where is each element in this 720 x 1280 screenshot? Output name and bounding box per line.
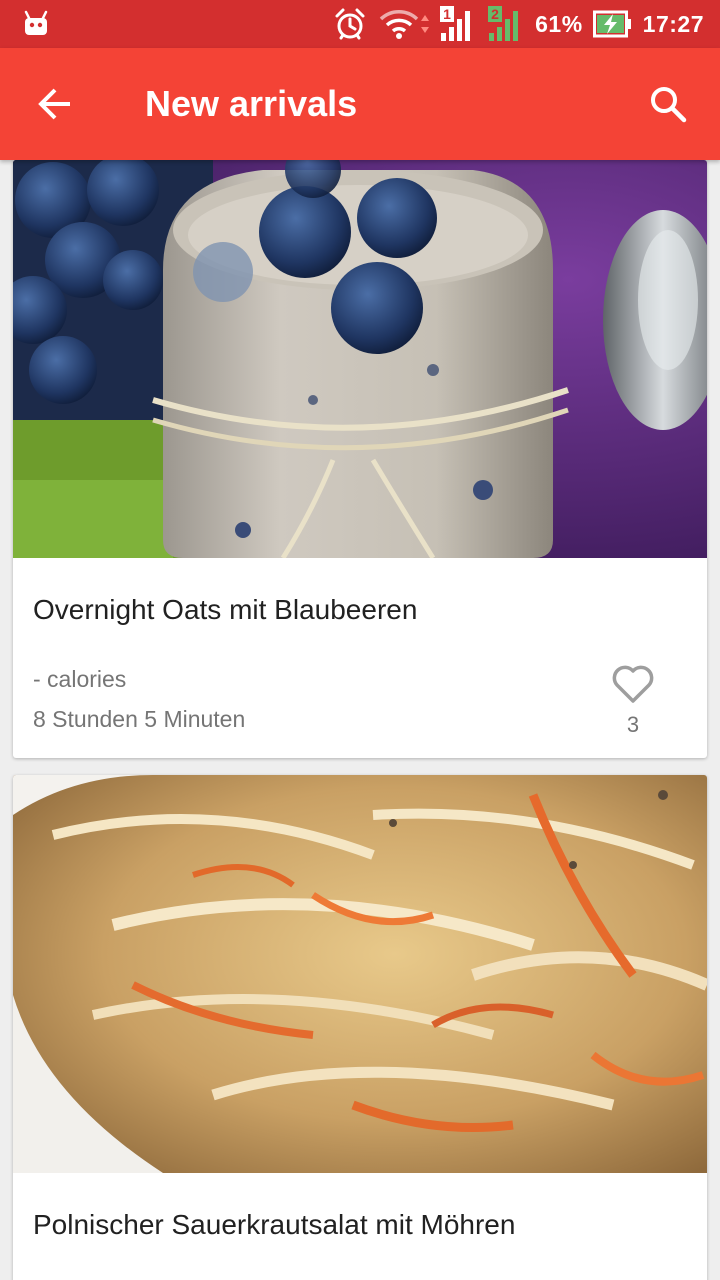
like-count: 3: [626, 712, 640, 737]
search-button[interactable]: [640, 76, 696, 132]
heart-outline-icon: [612, 665, 654, 703]
signal-sim1-icon: 1: [439, 6, 477, 41]
recipe-calories: - calories: [33, 666, 127, 692]
android-notification-icon: [24, 10, 48, 35]
search-icon: [651, 87, 687, 123]
recipe-list[interactable]: Overnight Oats mit Blaubeeren - calories…: [0, 160, 720, 1280]
recipe-image: [13, 160, 707, 558]
signal-sim2-icon: 2: [487, 6, 525, 41]
recipe-title: Overnight Oats mit Blaubeeren: [33, 594, 418, 625]
recipe-title: Polnischer Sauerkrautsalat mit Möhren: [33, 1209, 516, 1240]
favorite-button[interactable]: [611, 662, 655, 706]
clock: 17:27: [642, 10, 704, 37]
page-title: New arrivals: [145, 83, 358, 124]
svg-text:1: 1: [443, 6, 451, 22]
recipe-image: [13, 775, 707, 1173]
recipe-duration: 8 Stunden 5 Minuten: [33, 706, 246, 732]
arrow-back-icon: [38, 88, 70, 120]
battery-charging-icon: [592, 7, 633, 41]
app-bar: New arrivals: [0, 48, 720, 160]
alarm-icon: [333, 7, 367, 41]
recipe-card[interactable]: Overnight Oats mit Blaubeeren - calories…: [13, 160, 707, 758]
battery-percent: 61%: [535, 10, 583, 37]
svg-text:2: 2: [491, 6, 499, 22]
wifi-icon: [377, 7, 430, 41]
status-bar: 1 2 61% 17:27: [0, 0, 720, 48]
back-button[interactable]: [24, 76, 88, 132]
recipe-card[interactable]: Polnischer Sauerkrautsalat mit Möhren: [13, 775, 707, 1280]
